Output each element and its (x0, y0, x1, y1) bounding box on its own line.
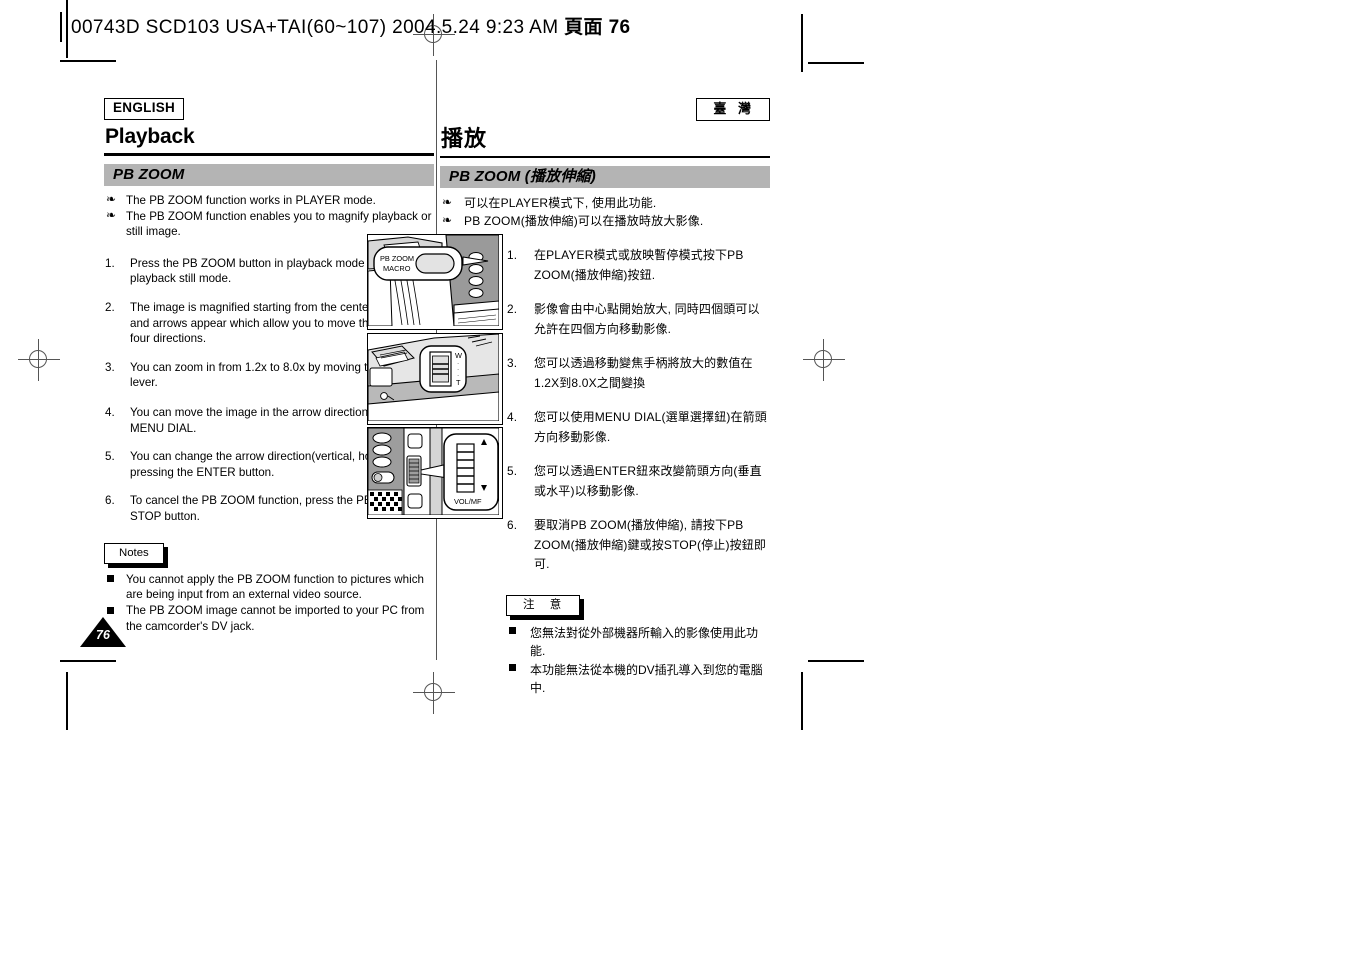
notes-label-chinese: 注 意 (506, 594, 581, 616)
section-title-english: PB ZOOM (104, 163, 434, 186)
intro-bullet-text: PB ZOOM(播放伸縮)可以在播放時放大影像. (464, 214, 704, 229)
note-item: You cannot apply the PB ZOOM function to… (104, 572, 434, 603)
svg-text:PB ZOOM: PB ZOOM (380, 254, 414, 263)
language-badge-taiwan: 臺 灣 (696, 98, 770, 122)
section-title-chinese-text: PB ZOOM (播放伸縮) (449, 168, 596, 186)
chapter-rule-chinese (440, 155, 770, 159)
step-number: 3. (105, 360, 115, 374)
step-item: 4. 您可以使用MENU DIAL(選單選擇鈕)在箭頭方向移動影像. (506, 408, 770, 447)
crop-mark-top-left-h (60, 60, 116, 62)
intro-bullet: ❧ The PB ZOOM function works in PLAYER mo… (104, 191, 434, 208)
svg-text:MACRO: MACRO (383, 264, 411, 273)
svg-text:T: T (456, 378, 461, 387)
step-text: 影像會由中心點開始放大, 同時四個頭可以允許在四個方向移動影像. (534, 302, 760, 336)
crop-mark-bottom-right-v (801, 672, 803, 730)
note-item: 本功能無法從本機的DV插孔導入到您的電腦中. (506, 661, 770, 697)
step-item: 5. 您可以透過ENTER鈕來改變箭頭方向(垂直或水平)以移動影像. (506, 462, 770, 501)
crop-mark-bottom-left-h (60, 660, 116, 662)
note-text: The PB ZOOM image cannot be imported to … (126, 604, 425, 633)
step-number: 4. (507, 410, 518, 425)
clover-bullet-icon: ❧ (106, 207, 117, 222)
print-page: 00743D SCD103 USA+TAI(60~107) 2004.5.24 … (0, 0, 1348, 954)
step-item: 2. 影像會由中心點開始放大, 同時四個頭可以允許在四個方向移動影像. (506, 300, 770, 339)
intro-bullet: ❧ 可以在PLAYER模式下, 使用此功能. (440, 195, 770, 212)
crop-mark-top-right-h (808, 62, 864, 64)
step-text: 您可以透過移動變焦手柄將放大的數值在1.2X到8.0X之間變換 (534, 356, 753, 390)
square-bullet-icon (509, 627, 516, 635)
clover-bullet-icon: ❧ (442, 213, 453, 228)
notes-tab-chinese: 注 意 (506, 594, 585, 620)
note-text: 您無法對從外部機器所輸入的影像使用此功能. (530, 625, 759, 658)
notes-tab-english: Notes (104, 542, 168, 568)
step-number: 5. (507, 464, 518, 479)
step-text: 您可以透過ENTER鈕來改變箭頭方向(垂直或水平)以移動影像. (534, 464, 762, 498)
notes-list-english: You cannot apply the PB ZOOM function to… (104, 572, 434, 635)
note-item: The PB ZOOM image cannot be imported to … (104, 603, 434, 634)
crop-mark-bottom-left-v (66, 672, 68, 730)
chapter-rule-english (104, 152, 434, 156)
camcorder-rear-graphic: PB ZOOM MACRO (368, 235, 499, 326)
step-number: 3. (507, 356, 518, 371)
crop-mark-top-right-v (801, 14, 803, 72)
step-item: 3. 您可以透過移動變焦手柄將放大的數值在1.2X到8.0X之間變換 (506, 354, 770, 393)
step-number: 5. (105, 450, 115, 464)
language-badge-row: 臺 灣 (440, 98, 770, 122)
chapter-title-english: Playback (105, 124, 195, 148)
step-text: 您可以使用MENU DIAL(選單選擇鈕)在箭頭方向移動影像. (534, 410, 767, 444)
step-text: 要取消PB ZOOM(播放伸縮), 請按下PB ZOOM(播放伸縮)鍵或按STO… (534, 518, 767, 572)
camcorder-top-graphic: W · · · T (368, 334, 499, 421)
step-number: 6. (507, 518, 518, 533)
intro-bullets-chinese: ❧ 可以在PLAYER模式下, 使用此功能. ❧ PB ZOOM(播放伸縮)可以在播… (440, 195, 770, 230)
step-number: 1. (507, 248, 518, 263)
step-number: 1. (105, 256, 115, 270)
notes-list-chinese: 您無法對從外部機器所輸入的影像使用此功能. 本功能無法從本機的DV插孔導入到您的… (440, 624, 770, 697)
step-number: 4. (105, 405, 115, 419)
step-item: 6. 要取消PB ZOOM(播放伸縮), 請按下PB ZOOM(播放伸縮)鍵或按S… (506, 516, 770, 575)
step-number: 2. (105, 300, 115, 314)
step-number: 2. (507, 302, 518, 317)
square-bullet-icon (509, 664, 516, 672)
illustration-menu-dial-vol-mf: VOL/MF (367, 427, 503, 519)
note-item: 您無法對從外部機器所輸入的影像使用此功能. (506, 624, 770, 660)
registration-mark-right (803, 339, 845, 381)
svg-text:VOL/MF: VOL/MF (454, 497, 482, 506)
clover-bullet-icon: ❧ (106, 191, 117, 206)
clover-bullet-icon: ❧ (442, 195, 453, 210)
step-item: 1. 在PLAYER模式或放映暫停模式按下PB ZOOM(播放伸縮)按鈕. (506, 246, 770, 285)
file-info-text-cjk: 頁面 76 (564, 17, 631, 38)
intro-bullet-text: 可以在PLAYER模式下, 使用此功能. (464, 196, 657, 211)
file-info-text: 00743D SCD103 USA+TAI(60~107) 2004.5.24 … (71, 17, 559, 38)
intro-bullet: ❧ PB ZOOM(播放伸縮)可以在播放時放大影像. (440, 213, 770, 230)
registration-mark-left (18, 339, 60, 381)
crop-mark-bottom-right-h (808, 660, 864, 662)
note-text: You cannot apply the PB ZOOM function to… (126, 572, 424, 601)
intro-bullet-text: The PB ZOOM function works in PLAYER mod… (126, 193, 376, 207)
page-number-text: 76 (96, 628, 110, 642)
svg-text:W: W (455, 351, 462, 360)
chapter-title-chinese: 播放 (441, 126, 488, 152)
note-text: 本功能無法從本機的DV插孔導入到您的電腦中. (530, 662, 763, 695)
illustration-pb-zoom-macro-button: PB ZOOM MACRO (367, 234, 503, 330)
square-bullet-icon (107, 606, 114, 614)
notes-label-english: Notes (104, 542, 164, 564)
section-title-chinese: PB ZOOM (播放伸縮) (440, 166, 770, 189)
illustration-zoom-lever: W · · · T (367, 333, 503, 425)
camcorder-side-graphic: VOL/MF (368, 428, 499, 515)
step-number: 6. (105, 494, 115, 508)
step-text: Press the PB ZOOM button in playback mod… (130, 256, 391, 286)
intro-bullets-english: ❧ The PB ZOOM function works in PLAYER mo… (104, 191, 434, 240)
page-number-badge: 76 (80, 617, 126, 647)
language-badge-english: ENGLISH (104, 98, 185, 120)
file-info-bar: 00743D SCD103 USA+TAI(60~107) 2004.5.24 … (60, 12, 631, 42)
step-text: 在PLAYER模式或放映暫停模式按下PB ZOOM(播放伸縮)按鈕. (534, 248, 744, 282)
square-bullet-icon (107, 575, 114, 583)
